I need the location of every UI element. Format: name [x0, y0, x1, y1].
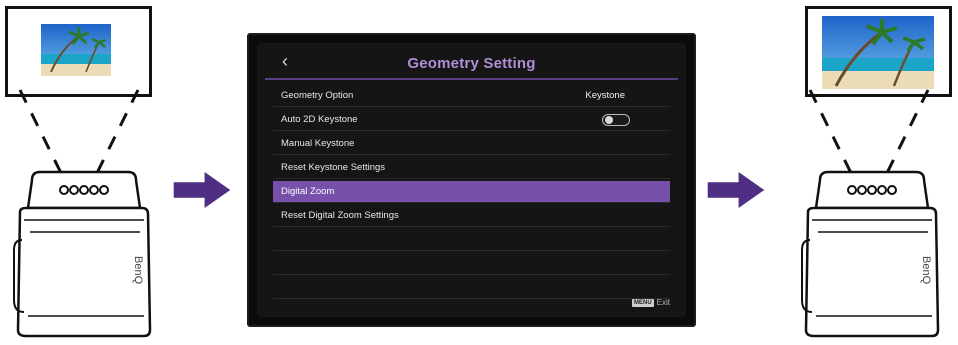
- projection-beam-left: [808, 89, 854, 176]
- osd-menu-title: Geometry Setting: [407, 55, 536, 72]
- osd-menu-body: ‹ Geometry Setting Geometry Option Keyst…: [257, 43, 686, 317]
- menu-item-digital-zoom[interactable]: Digital Zoom: [273, 181, 670, 203]
- projector-left: BenQ: [13, 89, 152, 338]
- menu-item-label: Geometry Option: [281, 90, 354, 101]
- projection-beam-right: [884, 89, 930, 176]
- menu-item-reset-keystone[interactable]: Reset Keystone Settings: [273, 157, 670, 179]
- menu-item-auto-2d-keystone[interactable]: Auto 2D Keystone: [273, 109, 670, 131]
- projection-beam-left: [18, 89, 64, 176]
- menu-item-geometry-option[interactable]: Geometry Option Keystone: [273, 85, 670, 107]
- menu-item-label: Reset Keystone Settings: [281, 162, 386, 173]
- menu-item-label: Digital Zoom: [281, 186, 335, 197]
- menu-item-empty: [273, 277, 670, 299]
- exit-label: Exit: [656, 298, 670, 307]
- menu-key-icon[interactable]: MENU: [631, 298, 654, 307]
- projector-right: BenQ: [801, 89, 940, 338]
- osd-footer: MENU Exit: [631, 298, 670, 307]
- menu-item-reset-digital-zoom[interactable]: Reset Digital Zoom Settings: [273, 205, 670, 227]
- osd-menu-panel: ‹ Geometry Setting Geometry Option Keyst…: [247, 33, 696, 327]
- auto-keystone-toggle[interactable]: [602, 114, 630, 126]
- menu-item-empty: [273, 253, 670, 275]
- arrow-right-icon: [707, 172, 765, 208]
- menu-item-empty: [273, 229, 670, 251]
- projection-beam-right: [94, 89, 140, 176]
- brand-logo: BenQ: [920, 256, 932, 285]
- menu-item-value: Keystone: [585, 90, 625, 101]
- title-divider: [265, 78, 678, 80]
- menu-item-label: Reset Digital Zoom Settings: [281, 210, 399, 221]
- menu-item-label: Auto 2D Keystone: [281, 114, 358, 125]
- menu-item-label: Manual Keystone: [281, 138, 355, 149]
- arrow-right-icon: [173, 172, 231, 208]
- brand-logo: BenQ: [132, 256, 144, 285]
- menu-item-manual-keystone[interactable]: Manual Keystone: [273, 133, 670, 155]
